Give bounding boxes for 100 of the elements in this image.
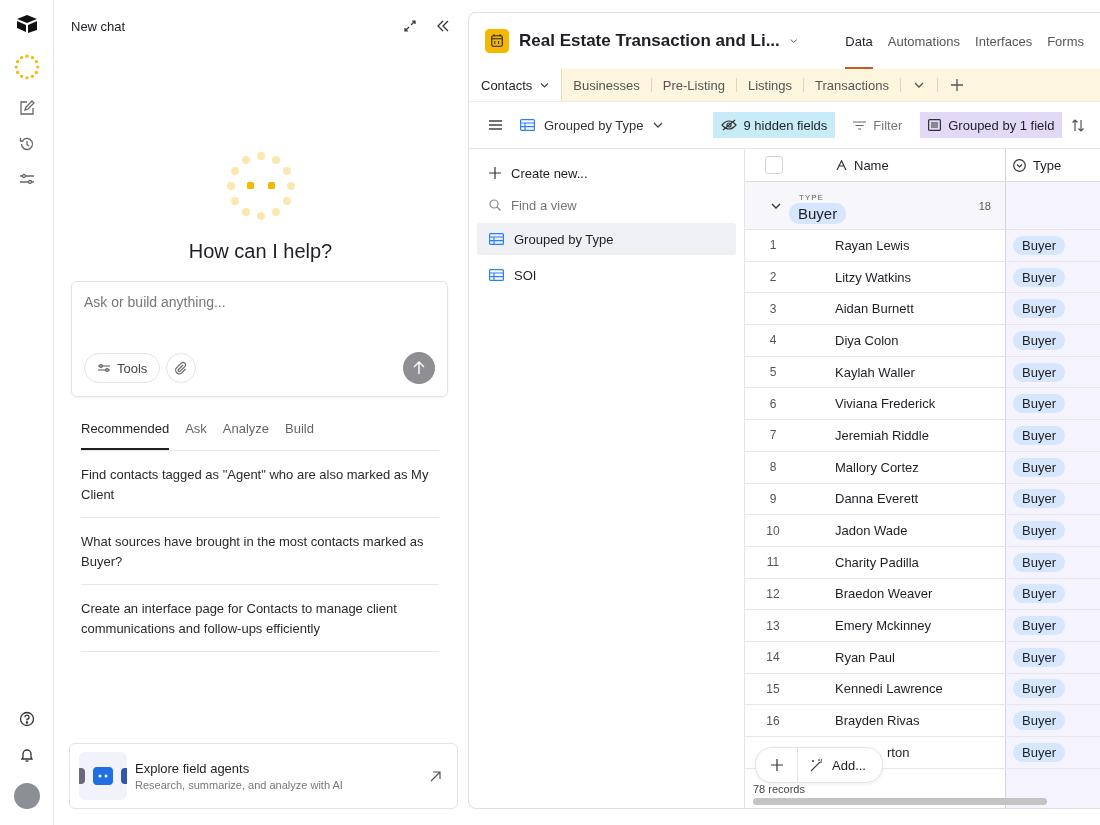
create-view-button[interactable]: Create new... [477, 159, 736, 187]
row-number: 6 [768, 396, 778, 411]
single-select-icon [1013, 158, 1026, 172]
magic-wand-icon [810, 758, 824, 772]
name-cell: Mallory Cortez [835, 459, 919, 475]
name-cell: Litzy Watkins [835, 269, 912, 285]
list-icon [928, 119, 942, 131]
name-cell: Kennedi Lawrence [835, 681, 943, 697]
menu-icon[interactable] [489, 120, 502, 130]
name-cell: Kaylah Waller [835, 364, 915, 380]
view-item[interactable]: Grouped by Type [477, 223, 736, 255]
name-cell: Jeremiah Riddle [835, 427, 929, 443]
name-cell: Charity Padilla [835, 554, 919, 570]
type-tag: Buyer [1013, 711, 1065, 731]
name-cell: Aidan Burnett [835, 301, 914, 317]
expand-icon[interactable] [404, 20, 416, 32]
paperclip-icon [174, 361, 189, 375]
agents-icon [79, 752, 127, 800]
plus-icon [489, 167, 501, 179]
history-icon[interactable] [18, 136, 35, 152]
chat-tab[interactable]: Recommended [81, 417, 170, 450]
chat-tab[interactable]: Analyze [222, 417, 270, 450]
sliders-icon[interactable] [18, 172, 35, 186]
sliders-icon [97, 363, 111, 373]
row-number: 8 [768, 460, 778, 475]
type-tag: Buyer [1013, 330, 1065, 350]
chat-title: New chat [71, 18, 127, 34]
field-agents-card[interactable]: Explore field agents Research, summarize, and analyze with AI [69, 743, 458, 809]
row-number: 1 [768, 238, 778, 253]
name-cell: Viviana Frederick [835, 396, 936, 412]
promo-subtitle: Research, summarize, and analyze with AI [135, 779, 344, 791]
eye-slash-icon [720, 119, 737, 131]
edit-icon[interactable] [18, 100, 35, 116]
record-count: 78 records [753, 782, 805, 795]
name-cell: Diya Colon [835, 332, 899, 348]
view-item[interactable]: SOI [477, 259, 736, 291]
chevron-down-icon[interactable] [771, 202, 781, 209]
name-cell: Brayden Rivas [835, 713, 920, 729]
row-number: 13 [765, 618, 781, 633]
row-number: 12 [765, 586, 781, 601]
scrollbar[interactable] [753, 798, 1047, 805]
group-button[interactable]: Grouped by 1 field [920, 112, 1063, 138]
plus-icon [770, 759, 783, 771]
promo-title: Explore field agents [135, 761, 251, 776]
find-view-field[interactable]: Find a view [477, 191, 736, 219]
suggestion[interactable]: Find contacts tagged as "Agent" who are also marked as My Client [81, 451, 439, 518]
column-header[interactable]: Type [1033, 157, 1062, 173]
chat-tab[interactable]: Build [285, 417, 314, 450]
column-header[interactable]: Name [854, 157, 889, 173]
type-tag: Buyer [1013, 267, 1065, 287]
table-tab[interactable]: Businesses [562, 69, 651, 101]
row-number: 7 [768, 428, 778, 443]
table-tab[interactable]: Listings [736, 69, 803, 101]
nav-tab[interactable]: Automations [887, 13, 961, 69]
row-number: 9 [768, 491, 778, 506]
filter-button[interactable]: Filter [845, 112, 911, 138]
chat-tab[interactable]: Ask [185, 417, 207, 450]
type-tag: Buyer [1013, 742, 1065, 762]
sparkle-dots-icon[interactable] [13, 54, 40, 80]
row-number: 4 [768, 333, 778, 348]
table-tab[interactable]: Transactions [804, 69, 900, 101]
ai-add-button[interactable]: Add... [798, 748, 882, 782]
suggestion[interactable]: What sources have brought in the most contacts marked as Buyer? [81, 518, 439, 585]
view-switcher[interactable]: Grouped by Type [512, 112, 671, 138]
logo-icon[interactable] [14, 14, 39, 34]
name-cell: Braedon Weaver [835, 586, 933, 602]
chat-heading: How can I help? [187, 240, 334, 263]
bell-icon[interactable] [18, 747, 35, 763]
prompt-box[interactable]: Ask or build anything... Tools [71, 281, 448, 397]
sort-icon[interactable] [1072, 118, 1085, 132]
type-tag: Buyer [1013, 394, 1065, 414]
name-cell: Danna Everett [835, 491, 919, 507]
base-title[interactable]: Real Estate Transaction and Li... [519, 31, 780, 51]
nav-tab[interactable]: Interfaces [975, 13, 1033, 69]
type-tag: Buyer [1013, 362, 1065, 382]
type-tag: Buyer [1013, 235, 1065, 255]
chevron-down-icon[interactable] [913, 82, 924, 88]
collapse-icon[interactable] [436, 20, 450, 32]
row-number: 10 [765, 523, 781, 538]
name-cell: Emery Mckinney [835, 618, 932, 634]
send-button[interactable] [403, 352, 435, 384]
external-arrow-icon [430, 770, 441, 782]
hidden-fields-button[interactable]: 9 hidden fields [712, 112, 836, 138]
select-all-checkbox[interactable] [765, 156, 783, 174]
suggestion[interactable]: Create an interface page for Contacts to manage client communications and follow-ups efficiently [81, 585, 439, 652]
row-number: 16 [765, 713, 781, 728]
chevron-down-icon [652, 122, 663, 128]
row-number: 11 [765, 555, 781, 570]
avatar[interactable] [13, 783, 40, 809]
search-icon [489, 199, 501, 211]
table-tab[interactable]: Pre-Listing [651, 69, 736, 101]
grid-view-icon [489, 233, 504, 245]
nav-tab[interactable]: Forms [1047, 13, 1084, 69]
type-tag: Buyer [1013, 425, 1065, 445]
table-tab[interactable]: Contacts [469, 69, 563, 101]
type-tag: Buyer [1013, 521, 1065, 541]
help-icon[interactable] [18, 711, 35, 727]
name-cell: Ryan Paul [835, 649, 895, 665]
grid-view-icon [489, 269, 504, 281]
plus-icon[interactable] [950, 79, 963, 91]
